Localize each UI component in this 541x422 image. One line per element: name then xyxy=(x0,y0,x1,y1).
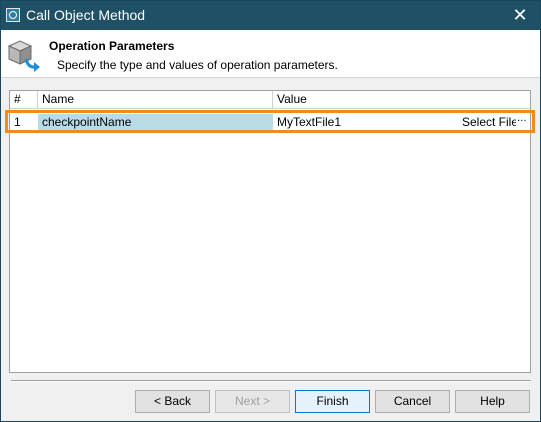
ellipsis-icon[interactable]: ··· xyxy=(514,114,530,130)
grid-header: # Name Value xyxy=(10,91,530,109)
value-cell[interactable]: MyTextFile1 xyxy=(273,114,453,130)
app-icon xyxy=(6,8,20,22)
parameters-grid[interactable]: # Name Value 1 checkpointName MyTextFile… xyxy=(9,90,531,373)
row-index-cell[interactable]: 1 xyxy=(10,114,38,130)
dialog-window: Call Object Method ✕ Operation Parameter… xyxy=(0,0,541,422)
table-row[interactable]: 1 checkpointName MyTextFile1 Select File… xyxy=(10,114,530,130)
header-title: Operation Parameters xyxy=(49,39,175,53)
column-header-value[interactable]: Value xyxy=(273,91,530,108)
next-button[interactable]: Next > xyxy=(215,390,290,413)
select-file-button[interactable]: Select File xyxy=(458,114,516,130)
window-title: Call Object Method xyxy=(26,7,146,23)
header-subtitle: Specify the type and values of operation… xyxy=(57,58,338,72)
back-button[interactable]: < Back xyxy=(135,390,210,413)
cancel-button[interactable]: Cancel xyxy=(375,390,450,413)
column-header-index[interactable]: # xyxy=(10,91,38,108)
finish-button[interactable]: Finish xyxy=(295,390,370,413)
method-box-icon xyxy=(7,40,40,72)
footer-separator xyxy=(11,380,531,382)
column-header-name[interactable]: Name xyxy=(38,91,273,108)
title-bar[interactable]: Call Object Method ✕ xyxy=(1,1,540,30)
help-button[interactable]: Help xyxy=(455,390,530,413)
wizard-header: Operation Parameters Specify the type an… xyxy=(1,30,540,78)
name-cell[interactable]: checkpointName xyxy=(38,114,273,130)
close-icon[interactable]: ✕ xyxy=(500,1,540,30)
